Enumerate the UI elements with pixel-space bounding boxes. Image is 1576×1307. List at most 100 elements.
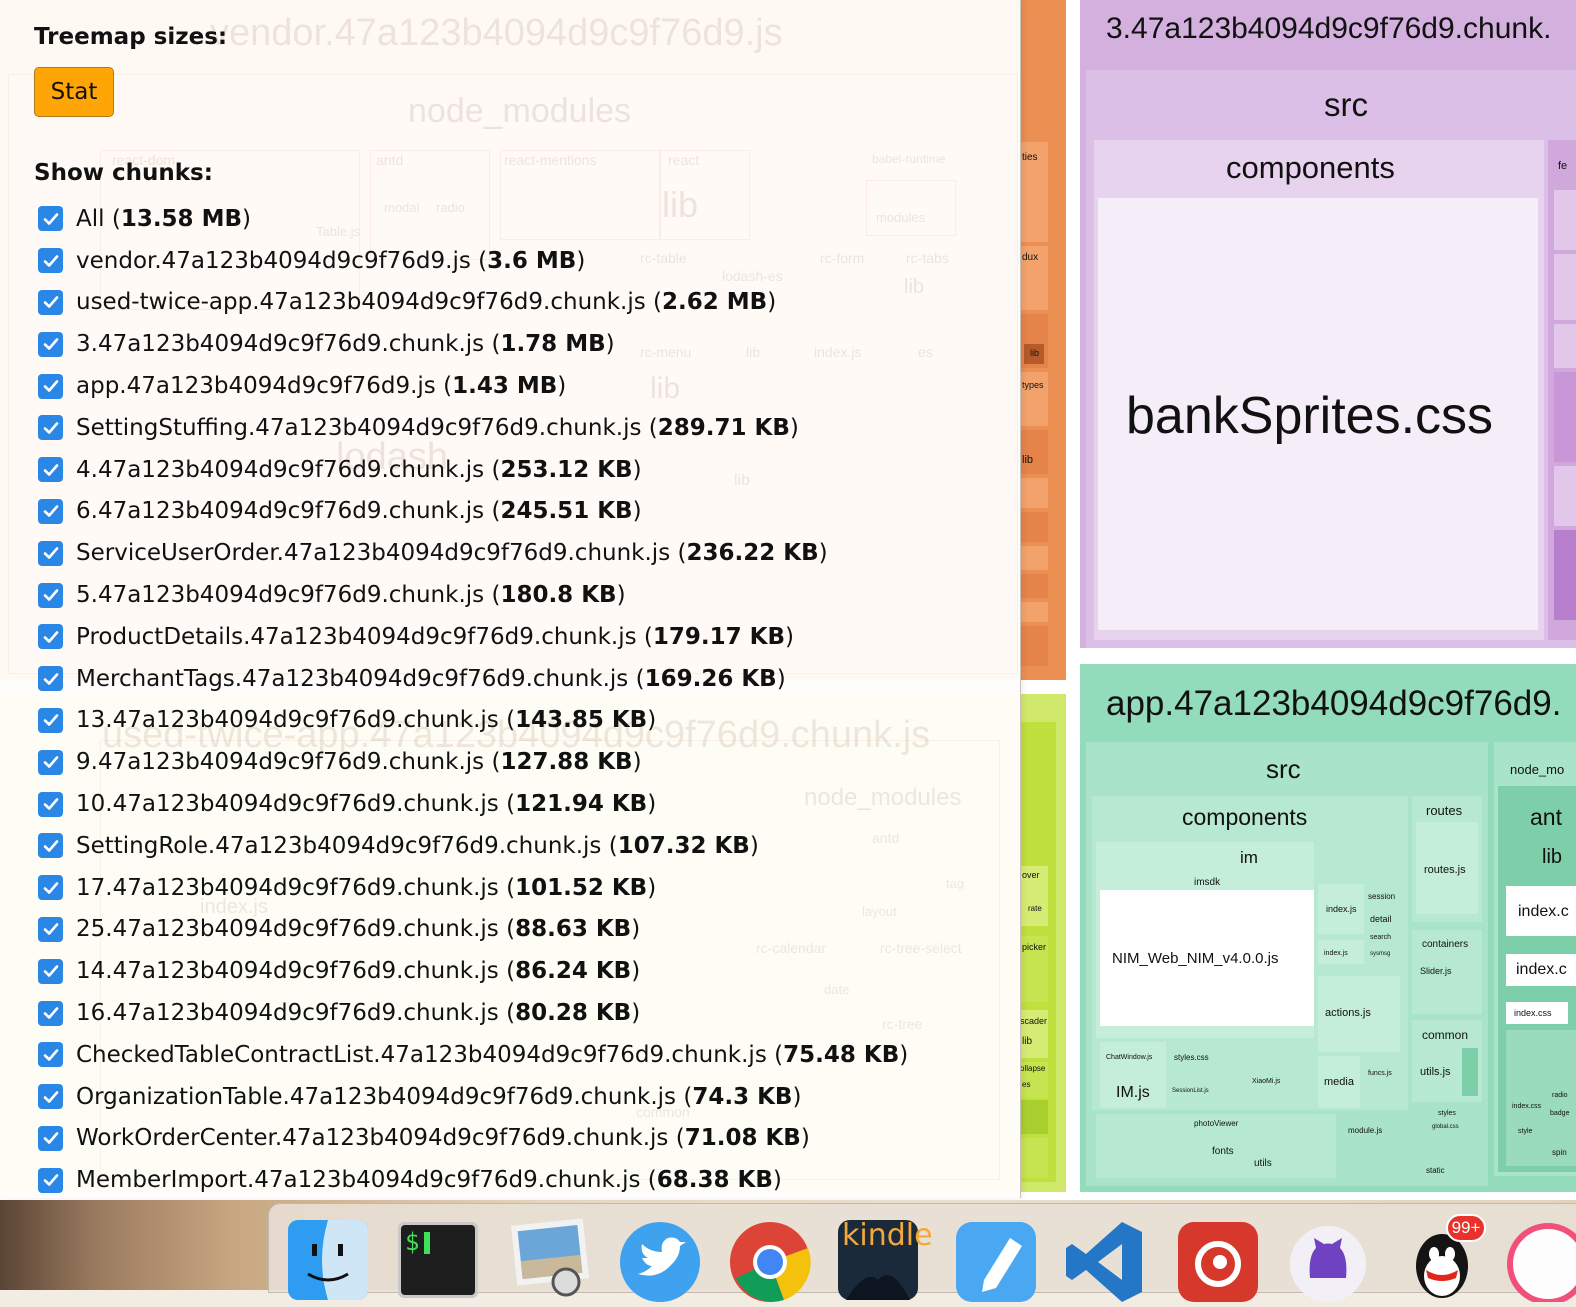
chunk-checkbox[interactable]	[38, 373, 63, 399]
app-detail-label: detail	[1370, 914, 1392, 924]
chunk-item[interactable]: WorkOrderCenter.47a123b4094d9c9f76d9.chu…	[38, 1118, 908, 1160]
chunk-size-open-paren: (	[676, 1083, 693, 1110]
chunk-item[interactable]: 6.47a123b4094d9c9f76d9.chunk.js (245.51 …	[38, 491, 908, 533]
preview-icon[interactable]	[508, 1218, 592, 1302]
chunk-item[interactable]: 17.47a123b4094d9c9f76d9.chunk.js (101.52…	[38, 867, 908, 909]
app-components-label: components	[1182, 804, 1308, 830]
chunk-item[interactable]: 5.47a123b4094d9c9f76d9.chunk.js (180.8 K…	[38, 574, 908, 616]
chunk-item[interactable]: All (13.58 MB)	[38, 198, 908, 240]
chunk-checkbox[interactable]	[38, 582, 63, 608]
chunk-checkbox[interactable]	[38, 1084, 63, 1110]
chunk-item[interactable]: ProductDetails.47a123b4094d9c9f76d9.chun…	[38, 616, 908, 658]
qq-icon[interactable]: 99+	[1400, 1214, 1486, 1302]
chunk-name: SettingStuffing.47a123b4094d9c9f76d9.chu…	[76, 414, 642, 441]
chunk-item[interactable]: vendor.47a123b4094d9c9f76d9.js (3.6 MB)	[38, 240, 908, 282]
ghost-es: es	[918, 344, 933, 360]
chunk-checkbox[interactable]	[38, 289, 63, 315]
chunk-size-close-paren: )	[557, 373, 567, 400]
chunk-item[interactable]: 9.47a123b4094d9c9f76d9.chunk.js (127.88 …	[38, 741, 908, 783]
chunk-3-title: 3.47a123b4094d9c9f76d9.chunk.	[1106, 12, 1552, 45]
chunk-checkbox[interactable]	[38, 248, 63, 274]
twitter-icon[interactable]	[618, 1218, 702, 1302]
chunk-checkbox[interactable]	[38, 666, 63, 692]
chunk-item[interactable]: 3.47a123b4094d9c9f76d9.chunk.js (1.78 MB…	[38, 323, 908, 365]
stat-button[interactable]: Stat	[34, 67, 114, 117]
github-desktop-icon[interactable]	[1286, 1218, 1370, 1302]
chunk-size-open-paren: (	[645, 289, 663, 316]
app-actions-js-label: actions.js	[1325, 1007, 1371, 1019]
chunk-checkbox[interactable]	[38, 958, 63, 984]
chunk-checkbox[interactable]	[38, 749, 63, 775]
chunk-item[interactable]: 25.47a123b4094d9c9f76d9.chunk.js (88.63 …	[38, 909, 908, 951]
used-strip-lib-label: lib	[1022, 1036, 1033, 1047]
chunk-checkbox[interactable]	[38, 415, 63, 441]
chunk-checkbox[interactable]	[38, 457, 63, 483]
chunk-checkbox[interactable]	[38, 791, 63, 817]
chunk-item[interactable]: ServiceUserOrder.47a123b4094d9c9f76d9.ch…	[38, 532, 908, 574]
chunk-3-src-label: src	[1324, 86, 1368, 123]
chunk-item[interactable]: CheckedTableContractList.47a123b4094d9c9…	[38, 1034, 908, 1076]
chunk-item[interactable]: app.47a123b4094d9c9f76d9.js (1.43 MB)	[38, 365, 908, 407]
pencil-app-icon[interactable]	[954, 1218, 1038, 1302]
ghost-babel-runtime: babel-runtime	[872, 152, 946, 166]
chunk-name: 16.47a123b4094d9c9f76d9.chunk.js	[76, 1000, 499, 1027]
sidebar-panel[interactable]: vendor.47a123b4094d9c9f76d9.js node_modu…	[0, 0, 1021, 1198]
app-index-c-label: index.c	[1518, 903, 1569, 920]
finder-icon[interactable]	[286, 1218, 370, 1302]
chunk-size-open-paren: (	[484, 498, 501, 525]
terminal-icon[interactable]: $	[396, 1218, 480, 1302]
chunk-size-open-paren: (	[636, 623, 653, 650]
app-imsdk-label: imsdk	[1194, 877, 1221, 888]
chunk-item[interactable]: 10.47a123b4094d9c9f76d9.chunk.js (121.94…	[38, 783, 908, 825]
chunk-item[interactable]: 13.47a123b4094d9c9f76d9.chunk.js (143.85…	[38, 700, 908, 742]
chunk-item[interactable]: MemberImport.47a123b4094d9c9f76d9.chunk.…	[38, 1159, 908, 1201]
vscode-icon[interactable]	[1062, 1218, 1146, 1302]
app-funcs-js-label: funcs.js	[1368, 1070, 1392, 1077]
app-common-label: common	[1422, 1028, 1469, 1042]
app-lib-label: lib	[1542, 846, 1563, 868]
chunk-checkbox[interactable]	[38, 540, 63, 566]
chunk-size-close-paren: )	[818, 540, 828, 567]
chunk-checkbox[interactable]	[38, 707, 63, 733]
chunk-size-open-paren: (	[498, 1000, 516, 1027]
chunk-item[interactable]: OrganizationTable.47a123b4094d9c9f76d9.c…	[38, 1076, 908, 1118]
chunk-checkbox[interactable]	[38, 916, 63, 942]
music-icon[interactable]	[1506, 1218, 1576, 1305]
chunk-size: 80.28 KB	[515, 1000, 632, 1027]
chunk-item[interactable]: 16.47a123b4094d9c9f76d9.chunk.js (80.28 …	[38, 992, 908, 1034]
chunk-checkbox[interactable]	[38, 331, 63, 357]
chunk-checkbox[interactable]	[38, 1000, 63, 1026]
chunk-size-close-paren: )	[631, 916, 641, 943]
chunk-size-close-paren: )	[616, 582, 626, 609]
chunk-checkbox[interactable]	[38, 833, 63, 859]
chunk-size-open-paren: (	[601, 832, 618, 859]
chunk-name: ServiceUserOrder.47a123b4094d9c9f76d9.ch…	[76, 540, 671, 567]
terminal-prompt: $	[405, 1228, 420, 1256]
chunk-size: 1.43 MB	[452, 373, 558, 400]
chunk-checkbox[interactable]	[38, 1125, 63, 1151]
chunk-item[interactable]: MerchantTags.47a123b4094d9c9f76d9.chunk.…	[38, 658, 908, 700]
chunk-size-open-paren: (	[670, 540, 687, 567]
checkmark-icon	[43, 1090, 58, 1103]
chunk-size-open-paren: (	[484, 456, 501, 483]
chrome-icon[interactable]	[728, 1218, 812, 1302]
chunk-item[interactable]: SettingRole.47a123b4094d9c9f76d9.chunk.j…	[38, 825, 908, 867]
chunk-item[interactable]: 14.47a123b4094d9c9f76d9.chunk.js (86.24 …	[38, 950, 908, 992]
chunk-item[interactable]: 4.47a123b4094d9c9f76d9.chunk.js (253.12 …	[38, 449, 908, 491]
chunk-checkbox[interactable]	[38, 624, 63, 650]
used-strip-scader-label: scader	[1020, 1016, 1048, 1026]
chunk-size-close-paren: )	[632, 456, 642, 483]
app-media-label: media	[1324, 1076, 1354, 1088]
netease-music-icon[interactable]	[1176, 1218, 1260, 1302]
chunk-checkbox[interactable]	[38, 875, 63, 901]
chunk-name: 14.47a123b4094d9c9f76d9.chunk.js	[76, 958, 499, 985]
chunk-item[interactable]: used-twice-app.47a123b4094d9c9f76d9.chun…	[38, 282, 908, 324]
chunk-checkbox[interactable]	[38, 1167, 63, 1193]
chunk-checkbox[interactable]	[38, 498, 63, 524]
chunk-checkbox[interactable]	[38, 1042, 63, 1068]
app-slider-js-label: Slider.js	[1420, 966, 1452, 976]
kindle-icon[interactable]: kindle	[836, 1218, 933, 1302]
chunk-size-close-paren: )	[899, 1041, 909, 1068]
chunk-checkbox[interactable]	[38, 206, 63, 232]
chunk-item[interactable]: SettingStuffing.47a123b4094d9c9f76d9.chu…	[38, 407, 908, 449]
